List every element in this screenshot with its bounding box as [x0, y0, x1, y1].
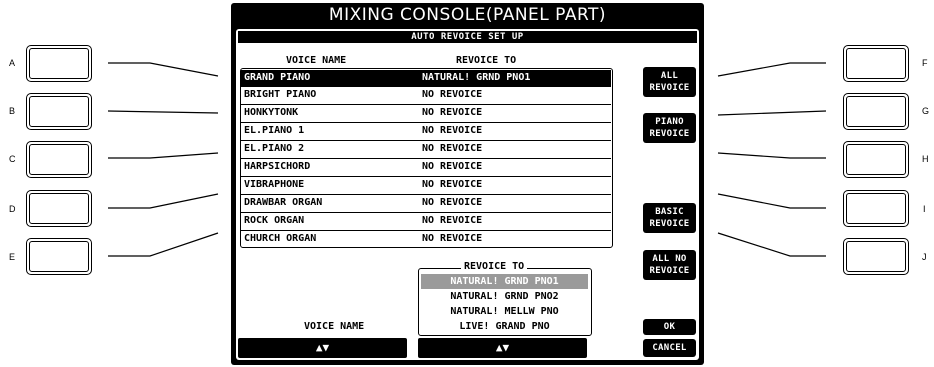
- leader-g: [717, 110, 827, 116]
- voice-row-9[interactable]: ROCK ORGAN NO REVOICE: [241, 213, 611, 229]
- panel-button-f[interactable]: [843, 45, 909, 82]
- voice-name: EL.PIANO 2: [244, 143, 305, 154]
- button-letter-h: H: [922, 154, 929, 164]
- basic-revoice-line1: BASIC: [655, 207, 684, 217]
- column-header-voice-name: VOICE NAME: [286, 55, 347, 66]
- panel-button-g[interactable]: [843, 93, 909, 130]
- leader-a: [108, 62, 219, 77]
- button-letter-j: J: [922, 252, 927, 262]
- revoice-value: NO REVOICE: [422, 89, 483, 100]
- panel-button-i[interactable]: [843, 190, 909, 227]
- button-letter-c: C: [9, 154, 16, 164]
- cancel-button[interactable]: CANCEL: [643, 339, 696, 357]
- screen-title: MIXING CONSOLE(PANEL PART): [328, 5, 607, 25]
- button-letter-f: F: [922, 58, 928, 68]
- all-revoice-button[interactable]: ALL REVOICE: [643, 67, 696, 97]
- all-no-revoice-line2: REVOICE: [649, 266, 690, 276]
- piano-revoice-line2: REVOICE: [649, 129, 690, 139]
- revoice-option[interactable]: NATURAL! GRND PNO1: [421, 274, 588, 289]
- column-header-revoice-to: REVOICE TO: [456, 55, 517, 66]
- basic-revoice-button[interactable]: BASIC REVOICE: [643, 203, 696, 233]
- voice-row-1[interactable]: GRAND PIANO NATURAL! GRND PNO1: [241, 70, 611, 86]
- voice-name: HARPSICHORD: [244, 161, 311, 172]
- voice-row-10[interactable]: CHURCH ORGAN NO REVOICE: [241, 231, 611, 247]
- voice-row-3[interactable]: HONKYTONK NO REVOICE: [241, 105, 611, 121]
- button-letter-a: A: [9, 58, 16, 68]
- ok-button[interactable]: OK: [643, 319, 696, 335]
- voice-name: HONKYTONK: [244, 107, 299, 118]
- revoice-value: NO REVOICE: [422, 179, 483, 190]
- revoice-to-label: REVOICE TO: [461, 261, 528, 272]
- voice-row-5[interactable]: EL.PIANO 2 NO REVOICE: [241, 141, 611, 157]
- revoice-value: NO REVOICE: [422, 161, 483, 172]
- panel-button-b[interactable]: [26, 93, 92, 130]
- voice-name: DRAWBAR ORGAN: [244, 197, 323, 208]
- leader-h: [717, 152, 826, 159]
- voice-name-footer-label: VOICE NAME: [304, 321, 365, 332]
- page-subtitle: AUTO REVOICE SET UP: [238, 31, 697, 43]
- voice-row-7[interactable]: VIBRAPHONE NO REVOICE: [241, 177, 611, 193]
- revoice-scroll-arrows[interactable]: ▲▼: [418, 338, 587, 358]
- panel-button-e[interactable]: [26, 238, 92, 275]
- leader-f: [717, 62, 826, 77]
- voice-name: GRAND PIANO: [244, 72, 311, 83]
- revoice-value: NO REVOICE: [422, 233, 483, 244]
- panel-button-h[interactable]: [843, 141, 909, 178]
- basic-revoice-line2: REVOICE: [649, 219, 690, 229]
- leader-b: [107, 110, 219, 114]
- all-revoice-line2: REVOICE: [649, 83, 690, 93]
- leader-c: [108, 152, 219, 159]
- leader-e: [108, 232, 219, 257]
- all-no-revoice-button[interactable]: ALL NO REVOICE: [643, 250, 696, 280]
- button-letter-e: E: [9, 252, 16, 262]
- voice-list: GRAND PIANO NATURAL! GRND PNO1 BRIGHT PI…: [240, 68, 613, 248]
- cancel-label: CANCEL: [652, 343, 687, 353]
- ok-label: OK: [663, 322, 676, 332]
- revoice-value: NATURAL! GRND PNO1: [422, 72, 531, 83]
- voice-name: ROCK ORGAN: [244, 215, 305, 226]
- panel-button-j[interactable]: [843, 238, 909, 275]
- button-letter-b: B: [9, 106, 16, 116]
- button-letter-g: G: [922, 106, 930, 116]
- revoice-option[interactable]: NATURAL! GRND PNO2: [421, 289, 588, 304]
- voice-name-scroll-arrows[interactable]: ▲▼: [238, 338, 407, 358]
- revoice-value: NO REVOICE: [422, 215, 483, 226]
- revoice-to-list: REVOICE TO NATURAL! GRND PNO1 NATURAL! G…: [418, 261, 592, 336]
- voice-name: EL.PIANO 1: [244, 125, 305, 136]
- button-letter-d: D: [9, 204, 16, 214]
- voice-name: BRIGHT PIANO: [244, 89, 317, 100]
- screen-body: AUTO REVOICE SET UP VOICE NAME REVOICE T…: [236, 29, 699, 360]
- voice-row-2[interactable]: BRIGHT PIANO NO REVOICE: [241, 87, 611, 103]
- piano-revoice-line1: PIANO: [655, 117, 684, 127]
- voice-row-4[interactable]: EL.PIANO 1 NO REVOICE: [241, 123, 611, 139]
- panel-button-d[interactable]: [26, 190, 92, 227]
- voice-row-8[interactable]: DRAWBAR ORGAN NO REVOICE: [241, 195, 611, 211]
- all-revoice-line1: ALL: [660, 71, 679, 81]
- panel-button-c[interactable]: [26, 141, 92, 178]
- voice-row-6[interactable]: HARPSICHORD NO REVOICE: [241, 159, 611, 175]
- revoice-option[interactable]: LIVE! GRAND PNO: [421, 319, 588, 334]
- leader-j: [717, 232, 826, 257]
- leader-i: [717, 193, 826, 209]
- all-no-revoice-line1: ALL NO: [652, 254, 687, 264]
- panel-button-a[interactable]: [26, 45, 92, 82]
- revoice-option[interactable]: NATURAL! MELLW PNO: [421, 304, 588, 319]
- voice-name: CHURCH ORGAN: [244, 233, 317, 244]
- voice-name: VIBRAPHONE: [244, 179, 305, 190]
- revoice-value: NO REVOICE: [422, 197, 483, 208]
- lcd-screen: MIXING CONSOLE(PANEL PART) AUTO REVOICE …: [231, 3, 704, 365]
- leader-d: [108, 193, 219, 209]
- piano-revoice-button[interactable]: PIANO REVOICE: [643, 113, 696, 143]
- revoice-value: NO REVOICE: [422, 125, 483, 136]
- revoice-value: NO REVOICE: [422, 107, 483, 118]
- button-letter-i: I: [923, 204, 926, 214]
- revoice-value: NO REVOICE: [422, 143, 483, 154]
